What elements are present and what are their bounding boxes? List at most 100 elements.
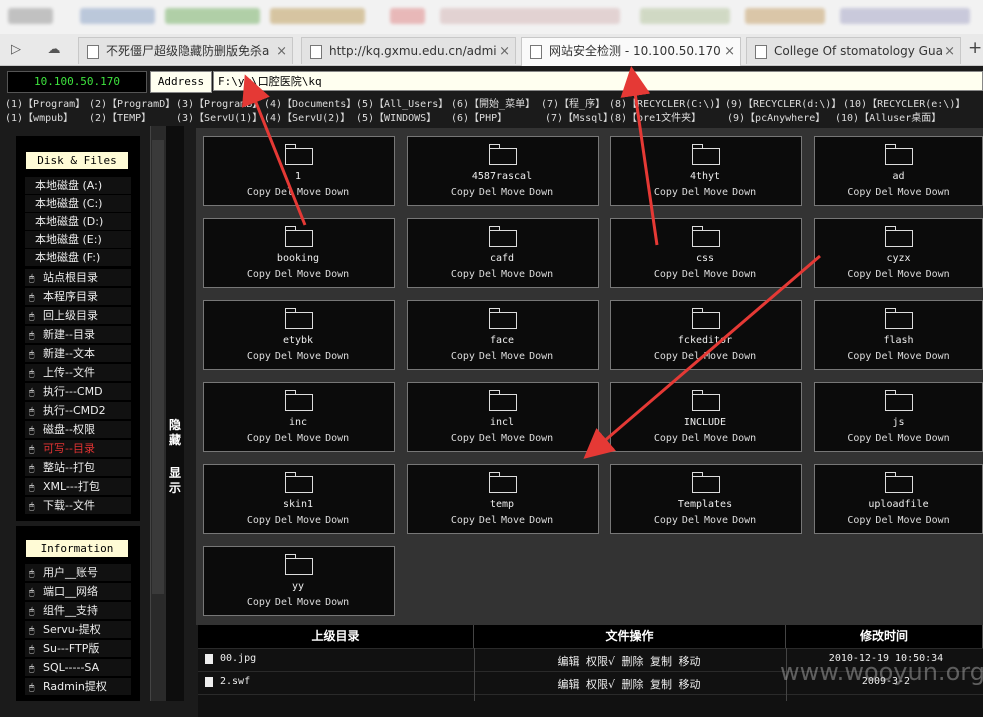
sidebar-item-cmd2[interactable]: 🖱 执行--CMD2	[25, 402, 131, 419]
copy-action[interactable]: Copy	[247, 433, 271, 444]
folder-item[interactable]: ad Copy Del Move Down	[814, 136, 983, 206]
delete-action[interactable]: Del	[275, 515, 293, 526]
address-button[interactable]: Address	[150, 71, 212, 93]
delete-action[interactable]: Del	[682, 269, 700, 280]
folder-item[interactable]: js Copy Del Move Down	[814, 382, 983, 452]
close-icon[interactable]: ×	[276, 38, 287, 64]
move-action[interactable]: Move	[501, 269, 525, 280]
folder-name[interactable]: js	[815, 417, 982, 428]
copy-action[interactable]: Copy	[247, 515, 271, 526]
download-action[interactable]: Down	[325, 269, 349, 280]
delete-action[interactable]: Del	[875, 351, 893, 362]
copy-action[interactable]: Copy	[451, 433, 475, 444]
folder-item[interactable]: incl Copy Del Move Down	[407, 382, 599, 452]
move-action[interactable]: Move	[704, 515, 728, 526]
sidebar-item-sql-sa[interactable]: 🖱 SQL-----SA	[25, 659, 131, 676]
copy-action[interactable]: Copy	[654, 515, 678, 526]
delete-action[interactable]: Del	[682, 515, 700, 526]
move-action[interactable]: Move	[297, 597, 321, 608]
sidebar-item-new-text[interactable]: 🖱 新建--文本	[25, 345, 131, 362]
folder-name[interactable]: 4thyt	[611, 171, 799, 182]
copy-action[interactable]: Copy	[451, 351, 475, 362]
shortcut-link[interactable]: (3)【ProgramB】	[176, 95, 262, 110]
download-action[interactable]: Down	[926, 351, 950, 362]
copy-action[interactable]: Copy	[451, 515, 475, 526]
folder-name[interactable]: fckeditor	[611, 335, 799, 346]
file-name[interactable]: 00.jpg	[220, 653, 256, 664]
close-icon[interactable]: ×	[499, 38, 510, 64]
drive-a-link[interactable]: 本地磁盘 (A:)	[25, 177, 131, 194]
move-action[interactable]: Move	[897, 187, 921, 198]
move-action[interactable]: Move	[704, 433, 728, 444]
folder-name[interactable]: booking	[204, 253, 392, 264]
copy-action[interactable]: Copy	[654, 269, 678, 280]
table-row[interactable]	[198, 694, 983, 717]
sidebar-item-su-ftp[interactable]: 🖱 Su---FTP版	[25, 640, 131, 657]
browser-tab-active[interactable]: 网站安全检测 - 10.100.50.170 ×	[521, 37, 741, 66]
shortcut-link[interactable]: (1)【wmpub】	[5, 109, 73, 124]
folder-icon[interactable]	[285, 554, 313, 575]
folder-icon[interactable]	[285, 390, 313, 411]
move-action[interactable]: Move	[897, 515, 921, 526]
copy-action[interactable]: Copy	[247, 351, 271, 362]
folder-item[interactable]: uploadfile Copy Del Move Down	[814, 464, 983, 534]
folder-icon[interactable]	[692, 144, 720, 165]
download-action[interactable]: Down	[926, 187, 950, 198]
delete-action[interactable]: Del	[275, 351, 293, 362]
move-action[interactable]: Move	[704, 187, 728, 198]
scrollbar-thumb[interactable]	[152, 140, 164, 594]
sidebar-item-new-dir[interactable]: 🖱 新建--目录	[25, 326, 131, 343]
sidebar-item-pack-site[interactable]: 🖱 整站--打包	[25, 459, 131, 476]
delete-action[interactable]: Del	[275, 187, 293, 198]
sidebar-item-site-root[interactable]: 🖱 站点根目录	[25, 269, 131, 286]
folder-item[interactable]: 4587rascal Copy Del Move Down	[407, 136, 599, 206]
folder-name[interactable]: skin1	[204, 499, 392, 510]
download-action[interactable]: Down	[325, 187, 349, 198]
folder-icon[interactable]	[489, 144, 517, 165]
file-ops[interactable]: 编辑 权限√ 删除 复制 移动	[474, 653, 784, 669]
shortcut-link[interactable]: (7)【程_序】	[541, 95, 605, 110]
copy-action[interactable]: Copy	[847, 515, 871, 526]
move-action[interactable]: Move	[501, 515, 525, 526]
sidebar-item-disk-perm[interactable]: 🖱 磁盘--权限	[25, 421, 131, 438]
sidebar-item-upload[interactable]: 🖱 上传--文件	[25, 364, 131, 381]
folder-name[interactable]: ad	[815, 171, 982, 182]
move-action[interactable]: Move	[704, 269, 728, 280]
shortcut-link[interactable]: (10)【RECYCLER(e:\)】	[843, 95, 965, 110]
folder-icon[interactable]	[692, 308, 720, 329]
folder-item[interactable]: booking Copy Del Move Down	[203, 218, 395, 288]
new-tab-button[interactable]: +	[968, 38, 982, 58]
close-icon[interactable]: ×	[724, 38, 735, 65]
folder-name[interactable]: 1	[204, 171, 392, 182]
delete-action[interactable]: Del	[875, 433, 893, 444]
drive-e-link[interactable]: 本地磁盘 (E:)	[25, 231, 131, 248]
folder-name[interactable]: Templates	[611, 499, 799, 510]
folder-name[interactable]: INCLUDE	[611, 417, 799, 428]
folder-item[interactable]: yy Copy Del Move Down	[203, 546, 395, 616]
delete-action[interactable]: Del	[875, 515, 893, 526]
folder-item[interactable]: face Copy Del Move Down	[407, 300, 599, 370]
folder-item[interactable]: 4thyt Copy Del Move Down	[610, 136, 802, 206]
move-action[interactable]: Move	[297, 433, 321, 444]
folder-name[interactable]: uploadfile	[815, 499, 982, 510]
shortcut-link[interactable]: (9)【pcAnywhere】	[727, 109, 825, 124]
folder-icon[interactable]	[885, 390, 913, 411]
folder-name[interactable]: cafd	[408, 253, 596, 264]
download-action[interactable]: Down	[732, 351, 756, 362]
sidebar-item-xml-pack[interactable]: 🖱 XML---打包	[25, 478, 131, 495]
sidebar-item-user-accounts[interactable]: 🖱 用户__账号	[25, 564, 131, 581]
delete-action[interactable]: Del	[275, 433, 293, 444]
move-action[interactable]: Move	[297, 187, 321, 198]
folder-name[interactable]: cyzx	[815, 253, 982, 264]
move-action[interactable]: Move	[297, 351, 321, 362]
browser-tab[interactable]: College Of stomatology Gua ×	[746, 37, 961, 64]
address-input[interactable]: F:\yy\口腔医院\kq	[213, 71, 983, 91]
move-action[interactable]: Move	[501, 433, 525, 444]
folder-icon[interactable]	[885, 308, 913, 329]
shortcut-link[interactable]: (7)【Mssql】	[545, 109, 613, 124]
copy-action[interactable]: Copy	[247, 269, 271, 280]
shortcut-link[interactable]: (6)【開始_菜单】	[451, 95, 535, 110]
sidebar-item-radmin[interactable]: 🖱 Radmin提权	[25, 678, 131, 695]
move-action[interactable]: Move	[897, 351, 921, 362]
cloud-icon[interactable]: ☁	[44, 40, 64, 60]
